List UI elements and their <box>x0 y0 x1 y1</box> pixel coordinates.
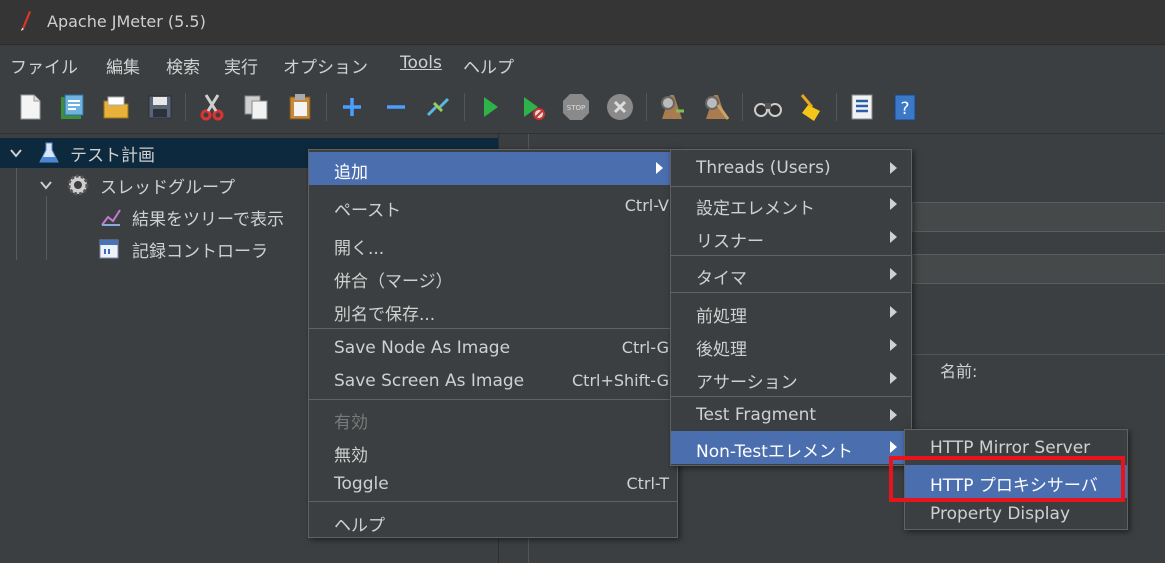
toolbar: STOP ? <box>0 83 1165 134</box>
toolbar-separator <box>836 93 837 121</box>
submenu-item-timer[interactable]: タイマ <box>671 258 911 291</box>
window-title: Apache JMeter (5.5) <box>47 12 206 31</box>
menu-separator <box>671 186 911 187</box>
menu-item-paste[interactable]: ペースト Ctrl-V <box>309 190 677 223</box>
menu-item-merge[interactable]: 併合（マージ） <box>309 261 677 294</box>
submenu-item-non-test-elements[interactable]: Non-Testエレメント <box>671 431 911 464</box>
cut-icon[interactable] <box>196 91 228 123</box>
menu-item-help[interactable]: ヘルプ <box>309 505 677 538</box>
submenu-arrow-icon <box>890 409 897 421</box>
paste-icon[interactable] <box>284 91 316 123</box>
remote-clear-icon[interactable] <box>700 91 732 123</box>
toolbar-separator <box>742 93 743 121</box>
tree-node-label: スレッドグループ <box>100 178 235 198</box>
new-icon[interactable] <box>14 91 46 123</box>
menu-separator <box>309 501 677 502</box>
submenu-item-test-fragment[interactable]: Test Fragment <box>671 399 911 432</box>
title-bar: Apache JMeter (5.5) <box>0 0 1165 45</box>
chevron-down-icon[interactable] <box>39 178 53 192</box>
toolbar-separator <box>646 93 647 121</box>
tree-guide-line <box>46 196 47 260</box>
menu-item-open[interactable]: 開く... <box>309 228 677 261</box>
function-helper-icon[interactable] <box>846 91 878 123</box>
name-field[interactable] <box>912 202 1165 232</box>
menu-item-toggle[interactable]: Toggle Ctrl-T <box>309 468 677 501</box>
start-no-pause-icon[interactable] <box>516 91 548 123</box>
comments-field[interactable] <box>912 254 1165 284</box>
toolbar-separator <box>326 93 327 121</box>
tree-node-label: 記録コントローラ <box>132 242 268 262</box>
submenu-arrow-icon <box>890 162 897 174</box>
templates-icon[interactable] <box>56 91 88 123</box>
help-icon[interactable]: ? <box>890 91 922 123</box>
submenu-item-config-element[interactable]: 設定エレメント <box>671 188 911 221</box>
search-icon[interactable] <box>752 91 784 123</box>
menu-separator <box>671 396 911 397</box>
shutdown-icon[interactable] <box>604 91 636 123</box>
expand-icon[interactable] <box>336 91 368 123</box>
graph-icon <box>101 209 121 226</box>
copy-icon[interactable] <box>240 91 272 123</box>
open-icon[interactable] <box>100 91 132 123</box>
flask-icon <box>39 142 59 163</box>
menu-separator <box>309 328 677 329</box>
submenu-item-listener[interactable]: リスナー <box>671 221 911 254</box>
menu-item-add[interactable]: 追加 <box>309 152 677 185</box>
submenu-arrow-icon <box>890 339 897 351</box>
menu-bar: ファイル 編集 検索 実行 オプション Tools ヘルプ <box>0 45 1165 83</box>
menu-separator <box>671 292 911 293</box>
menu-search[interactable]: 検索 <box>166 53 200 78</box>
annotation-highlight-box <box>889 456 1125 502</box>
submenu-item-property-display[interactable]: Property Display <box>905 498 1127 531</box>
remote-start-icon[interactable] <box>656 91 688 123</box>
recording-controller-icon <box>99 239 119 259</box>
gear-icon <box>67 174 89 196</box>
submenu-arrow-icon <box>890 372 897 384</box>
menu-item-save-node-as-image[interactable]: Save Node As Image Ctrl-G <box>309 332 677 365</box>
submenu-item-post-processor[interactable]: 後処理 <box>671 329 911 362</box>
submenu-item-pre-processor[interactable]: 前処理 <box>671 296 911 329</box>
menu-file[interactable]: ファイル <box>10 53 78 78</box>
menu-item-save-as[interactable]: 別名で保存... <box>309 294 677 327</box>
menu-edit[interactable]: 編集 <box>106 53 140 78</box>
submenu-arrow-icon <box>890 441 897 453</box>
submenu-arrow-icon <box>656 162 663 174</box>
submenu-arrow-icon <box>890 268 897 280</box>
menu-tools[interactable]: Tools <box>400 53 442 73</box>
submenu-item-assertion[interactable]: アサーション <box>671 362 911 395</box>
submenu-arrow-icon <box>890 231 897 243</box>
stop-icon[interactable]: STOP <box>560 91 592 123</box>
add-submenu: Threads (Users) 設定エレメント リスナー タイマ 前処理 後処理… <box>670 149 912 466</box>
start-icon[interactable] <box>474 91 506 123</box>
menu-separator <box>671 255 911 256</box>
tree-node-label: 結果をツリーで表示 <box>132 210 284 230</box>
save-icon[interactable] <box>144 91 176 123</box>
menu-item-disable[interactable]: 無効 <box>309 435 677 468</box>
tree-node-label: テスト計画 <box>70 146 155 166</box>
menu-item-enable: 有効 <box>334 413 368 433</box>
menu-options[interactable]: オプション <box>283 53 368 78</box>
submenu-item-threads[interactable]: Threads (Users) <box>671 152 911 185</box>
clear-all-icon[interactable] <box>794 91 826 123</box>
toolbar-separator <box>464 93 465 121</box>
chevron-down-icon[interactable] <box>9 146 23 160</box>
jmeter-logo-icon <box>21 11 31 31</box>
toggle-icon[interactable] <box>422 91 454 123</box>
menu-item-save-screen-as-image[interactable]: Save Screen As Image Ctrl+Shift-G <box>309 365 677 398</box>
menu-help[interactable]: ヘルプ <box>463 53 514 78</box>
menu-run[interactable]: 実行 <box>224 53 258 78</box>
submenu-arrow-icon <box>890 306 897 318</box>
name-label: 名前: <box>940 362 978 381</box>
submenu-arrow-icon <box>890 198 897 210</box>
context-menu: 追加 ペースト Ctrl-V 開く... 併合（マージ） 別名で保存... Sa… <box>308 149 678 538</box>
tree-guide-line <box>16 164 17 260</box>
menu-separator <box>309 399 677 400</box>
toolbar-separator <box>185 93 186 121</box>
svg-text:?: ? <box>900 99 909 119</box>
collapse-icon[interactable] <box>380 91 412 123</box>
svg-text:STOP: STOP <box>567 104 585 112</box>
